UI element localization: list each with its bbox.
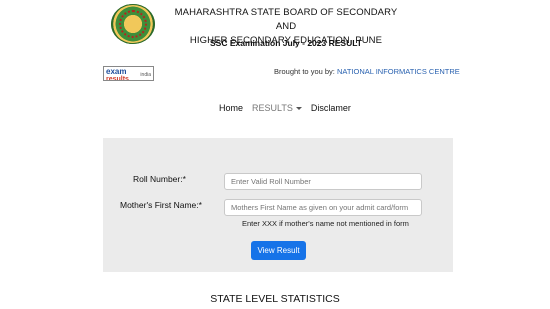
brought-to-you-by: Brought to you by: NATIONAL INFORMATICS …: [274, 67, 460, 76]
seal-ring: [119, 10, 147, 38]
brought-prefix: Brought to you by:: [274, 67, 335, 76]
state-level-statistics-heading: STATE LEVEL STATISTICS: [210, 293, 340, 305]
board-title-line1: MAHARASHTRA STATE BOARD OF SECONDARY AND: [174, 7, 398, 32]
view-result-button[interactable]: View Result: [251, 241, 306, 260]
exam-results-logo[interactable]: exam results india: [103, 66, 154, 81]
nav-disclaimer[interactable]: Disclamer: [311, 103, 351, 113]
nav-results-label: RESULTS: [252, 103, 293, 113]
nav-results-dropdown[interactable]: RESULTS: [252, 103, 302, 113]
roll-number-label: Roll Number:*: [133, 174, 186, 184]
logo-text-india: india: [140, 72, 151, 78]
mother-name-hint: Enter XXX if mother's name not mentioned…: [242, 219, 409, 228]
mother-name-input[interactable]: [224, 199, 422, 216]
caret-down-icon: [295, 106, 302, 110]
exam-title: SSC Examination July - 2023 RESULT: [210, 38, 362, 48]
nav-home[interactable]: Home: [219, 103, 243, 113]
nic-link[interactable]: NATIONAL INFORMATICS CENTRE: [337, 67, 460, 76]
roll-number-input[interactable]: [224, 173, 422, 190]
mother-name-label: Mother's First Name:*: [120, 200, 202, 210]
top-nav: Home RESULTS Disclamer: [219, 103, 351, 113]
